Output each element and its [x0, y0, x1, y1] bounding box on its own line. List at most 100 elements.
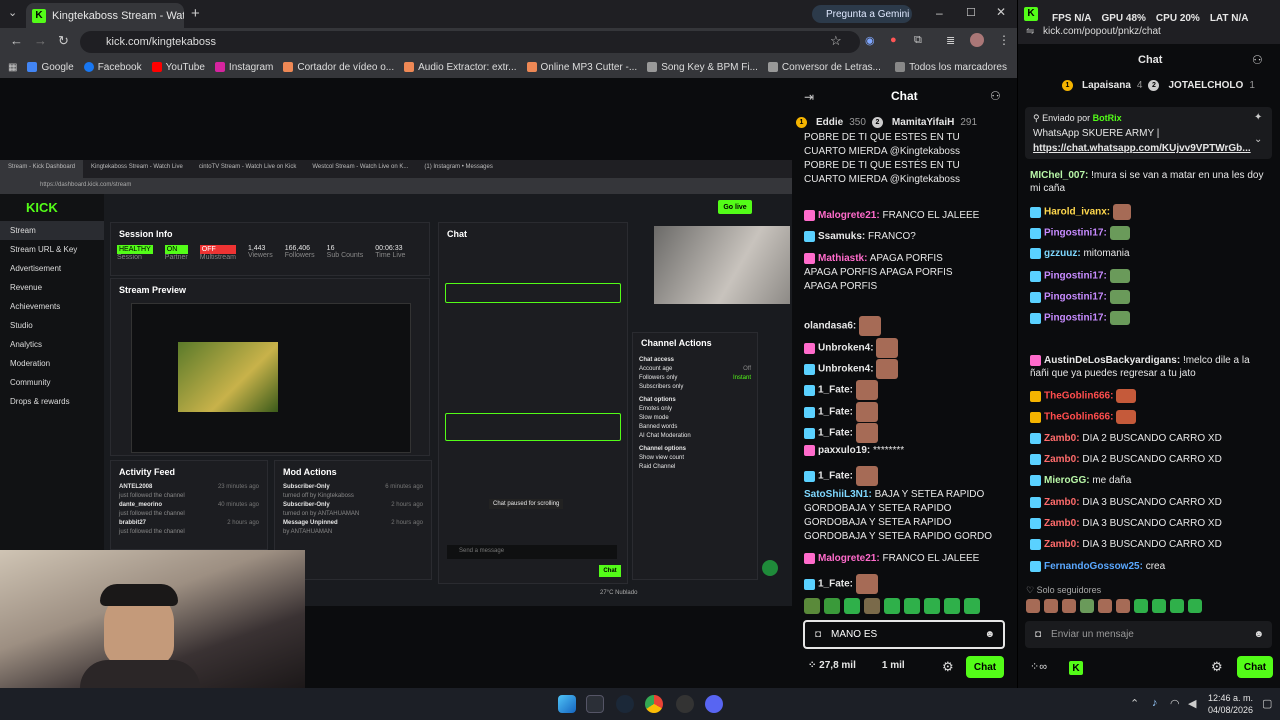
steam-icon[interactable] [616, 695, 634, 713]
bookmark-label: YouTube [165, 61, 205, 73]
bookmark-google[interactable]: Google [27, 62, 74, 73]
maximize-icon[interactable]: ☐ [966, 6, 976, 19]
message-user: TheGoblin666: [1044, 411, 1114, 423]
gemini-button[interactable]: Pregunta a Gemini [812, 5, 912, 23]
microphone-icon[interactable]: ♪ [1152, 697, 1158, 709]
message-text: FRANCO EL JALEEE [882, 210, 980, 221]
forward-icon[interactable]: → [34, 33, 47, 48]
back-icon[interactable]: ← [10, 33, 23, 48]
pinned-message[interactable]: ⚲ Enviado por BotRix WhatsApp SKUERE ARM… [1025, 107, 1272, 159]
media-icon[interactable]: ≣ [946, 34, 955, 47]
notifications-icon[interactable]: ▢ [1262, 697, 1272, 710]
chrome-icon[interactable] [645, 695, 663, 713]
inner-tab: cintoTV Stream - Watch Live on Kick [198, 164, 297, 170]
inner-url: https://dashboard.kick.com/stream [40, 182, 132, 188]
bookmark-facebook[interactable]: Facebook [83, 61, 142, 73]
emote-icon[interactable] [1152, 599, 1166, 613]
sub-badge-icon [1030, 312, 1041, 324]
emote-icon[interactable] [804, 598, 820, 614]
emote-icon[interactable] [1170, 599, 1184, 613]
address-bar[interactable]: kick.com/kingtekaboss [80, 31, 860, 53]
bookmark-video-cutter[interactable]: Cortador de vídeo o... [283, 62, 394, 73]
bookmark-star-icon[interactable]: ☆ [830, 33, 842, 49]
mod-time: 2 hours ago [391, 502, 423, 508]
apps-grid-icon[interactable]: ▦ [8, 62, 17, 73]
minimize-icon[interactable]: – [936, 6, 943, 20]
browser-tab-active[interactable]: K Kingtekaboss Stream - Watch ✕ [26, 3, 184, 28]
settings-gear-icon[interactable]: ⚙ [942, 659, 954, 675]
sub-badge-icon [1030, 432, 1041, 444]
user-settings-icon[interactable]: ⚇ [990, 89, 1001, 103]
message-text: ******** [873, 445, 905, 456]
popout-send-button[interactable]: Chat [1237, 656, 1273, 678]
emote-icon[interactable] [1026, 599, 1040, 613]
emote-icon[interactable] [924, 598, 940, 614]
tab-menu-icon[interactable]: ⌄ [8, 6, 17, 19]
pin-icon[interactable]: ✦ [1254, 112, 1262, 123]
emote-icon[interactable] [904, 598, 920, 614]
silver-icon: 2 [1148, 80, 1160, 91]
discord-icon[interactable] [705, 695, 723, 713]
extension-icon[interactable]: ◉ [865, 34, 875, 47]
chevron-down-icon[interactable]: ⌄ [1254, 134, 1262, 145]
emote-icon [855, 402, 878, 422]
bookmark-instagram[interactable]: Instagram [214, 62, 273, 73]
message-text: mitomania [1083, 248, 1130, 259]
bookmark-youtube[interactable]: YouTube [151, 61, 205, 73]
menu-dots-icon[interactable]: ⋮ [998, 33, 1010, 47]
chevron-up-icon[interactable]: ⌃ [1130, 697, 1139, 710]
emote-icon[interactable] [944, 598, 960, 614]
pinned-link[interactable]: https://chat.whatsapp.com/KUjvv9VPTWrGb.… [1033, 141, 1264, 156]
emote-icon[interactable] [1080, 599, 1094, 613]
emote-icon[interactable] [1062, 599, 1076, 613]
windows-start-icon[interactable] [558, 695, 576, 713]
streamer-shirt [80, 660, 200, 688]
extensions-icon[interactable]: ⧉ [914, 34, 922, 47]
emote-icon[interactable] [844, 598, 860, 614]
emoji-icon[interactable]: ☻ [984, 629, 995, 640]
wifi-icon[interactable]: ◠ [1170, 697, 1180, 710]
new-tab-icon[interactable]: + [191, 5, 200, 22]
bookmark-label: Facebook [97, 61, 142, 73]
chat-message: TheGoblin666: [1030, 389, 1270, 404]
emote-icon[interactable] [1134, 599, 1148, 613]
emote-icon[interactable] [1116, 599, 1130, 613]
popout-chat-input[interactable]: ◘ Enviar un mensaje ☻ [1025, 621, 1272, 648]
send-chat-button[interactable]: Chat [966, 656, 1004, 678]
emote-icon[interactable] [1044, 599, 1058, 613]
extension-icon[interactable]: ● [890, 34, 897, 46]
bookmark-song-key[interactable]: Song Key & BPM Fi... [647, 62, 758, 73]
emoji-icon[interactable]: ☻ [1253, 629, 1264, 640]
emote-icon[interactable] [864, 598, 880, 614]
message-user: 1_Fate: [818, 406, 854, 418]
emote-icon[interactable] [1098, 599, 1112, 613]
app-icon[interactable] [676, 695, 694, 713]
close-window-icon[interactable]: ✕ [996, 5, 1006, 19]
supporter-value: 4 [1136, 80, 1143, 91]
all-bookmarks[interactable]: Todos los marcadores [895, 62, 1007, 73]
activity-user: ANTEL2008 [119, 484, 153, 490]
file-explorer-icon[interactable] [586, 695, 604, 713]
user-settings-icon[interactable]: ⚇ [1252, 53, 1263, 67]
profile-avatar[interactable] [970, 33, 984, 47]
bookmark-audio-extractor[interactable]: Audio Extractor: extr... [404, 62, 517, 73]
stat-label: Viewers [247, 252, 273, 259]
emote-icon [859, 316, 882, 336]
emote-icon[interactable] [1188, 599, 1202, 613]
popout-input-placeholder: Enviar un mensaje [1051, 629, 1134, 640]
sidebar-item: Drops & rewards [10, 397, 70, 406]
activity-time: 40 minutes ago [217, 502, 259, 508]
clock[interactable]: 12:46 a. m. 04/08/2026 [1205, 692, 1253, 716]
settings-gear-icon[interactable]: ⚙ [1211, 659, 1223, 675]
chat-input[interactable]: ◘ MANO ES ☻ [803, 620, 1005, 649]
message-user: 1_Fate: [818, 384, 854, 396]
bookmark-mp3-cutter[interactable]: Online MP3 Cutter -... [526, 62, 637, 73]
reload-icon[interactable]: ↻ [58, 33, 69, 49]
emote-icon [876, 359, 899, 379]
collapse-chat-icon[interactable]: ⇥ [804, 90, 814, 104]
emote-icon[interactable] [824, 598, 840, 614]
volume-icon[interactable]: ◀ [1188, 697, 1196, 710]
emote-icon[interactable] [964, 598, 980, 614]
emote-icon[interactable] [884, 598, 900, 614]
bookmark-letters[interactable]: Conversor de Letras... [767, 62, 881, 73]
